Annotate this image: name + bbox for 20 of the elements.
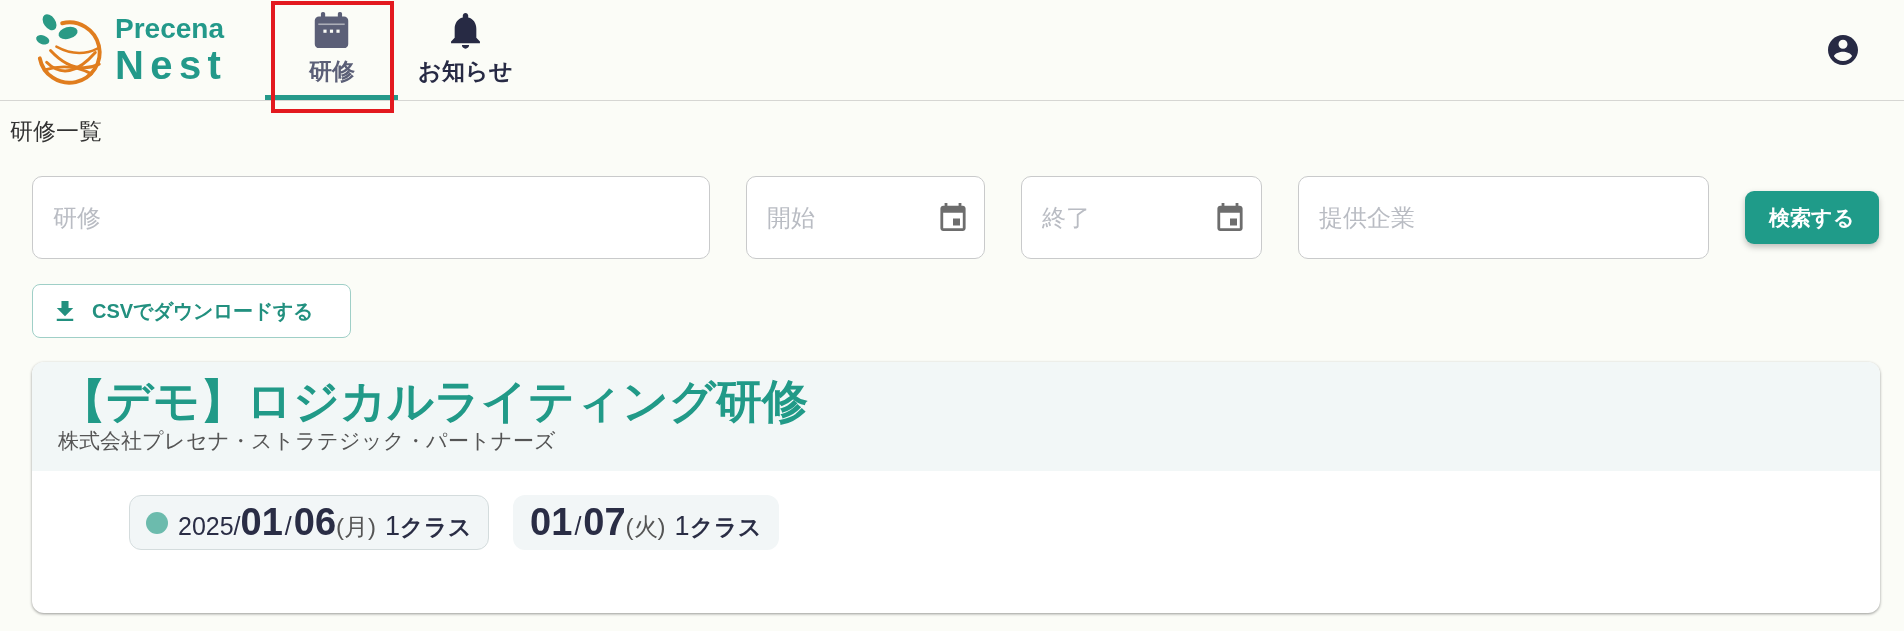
nav-tab[interactable]: お知らせ [403,0,528,100]
status-dot-icon [146,511,168,534]
start-date-field[interactable]: 開始 [746,176,985,259]
session-date-button[interactable]: 01/07(火) 1クラス [513,495,779,550]
account-icon[interactable] [1828,35,1858,65]
training-title[interactable]: 【デモ】ロジカルライティング研修 [60,374,808,429]
csv-download-button[interactable]: CSVでダウンロードする [32,284,351,338]
training-search-field[interactable]: 研修 [32,176,710,259]
calendar-icon [313,12,350,49]
search-button[interactable]: 検索する [1745,191,1879,244]
provider-company: 株式会社プレセナ・ストラテジック・パートナーズ [58,429,556,453]
calendar-icon[interactable] [1216,203,1244,231]
download-icon [55,301,75,321]
nav-tab[interactable]: 研修 [265,0,398,100]
logo-wordmark: Precena Nest [115,15,228,85]
provider-search-field[interactable]: 提供企業 [1298,176,1709,259]
end-date-field[interactable]: 終了 [1021,176,1262,259]
session-date-button[interactable]: 2025/01/06(月) 1クラス [129,495,490,550]
page-title: 研修一覧 [10,117,102,145]
calendar-icon[interactable] [939,203,967,231]
